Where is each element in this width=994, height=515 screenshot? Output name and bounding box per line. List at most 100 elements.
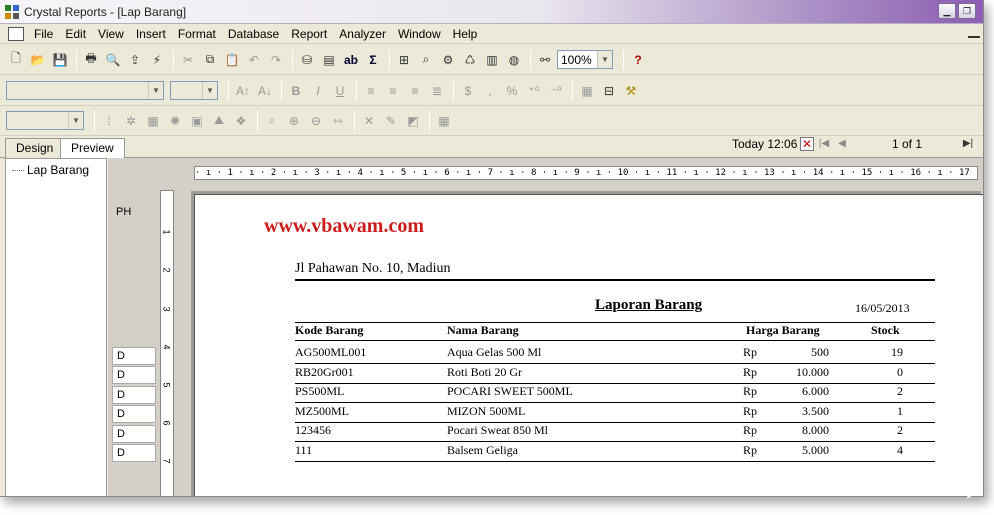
map-icon[interactable]: ◍ — [504, 50, 524, 70]
section-expert-icon[interactable]: ♺ — [460, 50, 480, 70]
menu-window[interactable]: Window — [392, 27, 447, 41]
tab-design[interactable]: Design — [5, 138, 65, 158]
menu-help[interactable]: Help — [447, 27, 484, 41]
align-center-icon[interactable]: ≡ — [383, 81, 403, 101]
width-icon[interactable]: ⇿ — [328, 111, 348, 131]
font-size-select[interactable]: ▼ — [170, 81, 218, 100]
summary-icon[interactable]: Σ — [363, 50, 383, 70]
underline-icon[interactable]: U — [330, 81, 350, 101]
menu-insert[interactable]: Insert — [130, 27, 172, 41]
close-preview-icon[interactable]: ✕ — [800, 137, 814, 151]
tree-item-lap-barang[interactable]: Lap Barang — [12, 163, 89, 177]
italic-icon[interactable]: I — [308, 81, 328, 101]
insert-picture-icon[interactable]: ⛰ — [209, 111, 229, 131]
toolbar-separator — [354, 110, 355, 131]
cut-icon[interactable]: ✂ — [178, 50, 198, 70]
print-preview-icon[interactable]: 🔍 — [103, 50, 123, 70]
first-page-icon[interactable]: |◀ — [818, 137, 830, 151]
save-icon[interactable]: 💾 — [50, 50, 70, 70]
page-indicator: 1 of 1 — [892, 137, 923, 151]
zoom-icon[interactable]: ⌕ — [262, 111, 282, 131]
redo-icon[interactable]: ↷ — [266, 50, 286, 70]
field-icon[interactable]: ▤ — [319, 50, 339, 70]
print-icon[interactable]: 🖶 — [81, 50, 101, 70]
open-folder-icon[interactable]: 📂 — [28, 50, 48, 70]
cell-price: 8.000 — [802, 423, 829, 437]
export-icon[interactable]: ⇪ — [125, 50, 145, 70]
refresh-icon[interactable]: ⚡ — [147, 50, 167, 70]
next-page-icon[interactable]: ▶| — [962, 137, 974, 151]
bold-icon[interactable]: B — [286, 81, 306, 101]
lock-format-icon[interactable]: ⊟ — [599, 81, 619, 101]
grid-icon[interactable]: ▦ — [434, 111, 454, 131]
menu-analyzer[interactable]: Analyzer — [333, 27, 392, 41]
menu-format[interactable]: Format — [172, 27, 222, 41]
previous-page-icon[interactable]: ◀ — [836, 137, 848, 151]
increase-decimals-icon[interactable]: ⁺⁰ — [524, 81, 544, 101]
new-file-icon[interactable]: 🗋 — [6, 50, 26, 70]
menu-file[interactable]: File — [28, 27, 59, 41]
increase-font-icon[interactable]: A↑ — [233, 81, 253, 101]
insert-ole-icon[interactable]: ✺ — [165, 111, 185, 131]
database-icon[interactable]: ⛁ — [297, 50, 317, 70]
crystal-reports-window: Crystal Reports - [Lap Barang] ▁ ❐ File … — [0, 0, 984, 497]
menu-edit[interactable]: Edit — [59, 27, 92, 41]
cell-name: POCARI SWEET 500ML — [447, 384, 573, 398]
help-pointer-icon[interactable]: ? — [628, 50, 648, 70]
group-icon[interactable]: ⊞ — [394, 50, 414, 70]
percent-icon[interactable]: % — [502, 81, 522, 101]
chevron-down-icon[interactable]: ▼ — [597, 51, 612, 68]
chevron-down-icon[interactable]: ▼ — [68, 112, 83, 129]
find-binoculars-icon[interactable]: ⚯ — [535, 50, 555, 70]
border-icon[interactable]: ▦ — [577, 81, 597, 101]
eraser-icon[interactable]: ◩ — [403, 111, 423, 131]
undo-icon[interactable]: ↶ — [244, 50, 264, 70]
zoom-out-icon[interactable]: ⊖ — [306, 111, 326, 131]
text-object-icon[interactable]: ab — [341, 50, 361, 70]
font-name-select[interactable]: ▼ — [6, 81, 164, 100]
justify-icon[interactable]: ≣ — [427, 81, 447, 101]
select-expert-icon[interactable]: ⌕ — [416, 50, 436, 70]
paste-icon[interactable]: 📋 — [222, 50, 242, 70]
decrease-decimals-icon[interactable]: ⁻⁰ — [546, 81, 566, 101]
menu-report[interactable]: Report — [285, 27, 333, 41]
chevron-down-icon[interactable]: ▼ — [148, 82, 163, 99]
cell-price: 6.000 — [802, 384, 829, 398]
child-minimize-icon[interactable] — [968, 30, 980, 38]
menu-view[interactable]: View — [92, 27, 130, 41]
formula-icon[interactable]: ⚙ — [438, 50, 458, 70]
standard-toolbar: 🗋 📂 💾 🖶 🔍 ⇪ ⚡ ✂ ⧉ 📋 ↶ ↷ ⛁ ▤ ab Σ ⊞ ⌕ ⚙ ♺… — [0, 45, 983, 75]
highlight-icon[interactable]: ✎ — [381, 111, 401, 131]
insert-crosstab-icon[interactable]: ▦ — [143, 111, 163, 131]
report-page: www.vbawam.com Jl Pahawan No. 10, Madiun… — [194, 194, 983, 496]
section-detail: D — [112, 425, 156, 443]
chevron-down-icon[interactable]: ▼ — [202, 82, 217, 99]
insert-toolbar: ▼ ⁞ ✲ ▦ ✺ ▣ ⛰ ❖ ⌕ ⊕ ⊖ ⇿ ✕ ✎ ◩ ▦ — [0, 106, 983, 136]
suppress-icon[interactable]: ⚒ — [621, 81, 641, 101]
thousands-separator-icon[interactable]: , — [480, 81, 500, 101]
zoom-select[interactable]: 100% ▼ — [557, 50, 613, 69]
copy-icon[interactable]: ⧉ — [200, 50, 220, 70]
tab-preview[interactable]: Preview — [60, 138, 125, 159]
insert-subreport-icon[interactable]: ▣ — [187, 111, 207, 131]
style-select[interactable]: ▼ — [6, 111, 84, 130]
view-tab-row: Design Preview Today 12:06 ✕ |◀ ◀ 1 of 1… — [0, 136, 983, 159]
zoom-in-icon[interactable]: ⊕ — [284, 111, 304, 131]
align-right-icon[interactable]: ≡ — [405, 81, 425, 101]
minimize-button[interactable]: ▁ — [938, 3, 956, 19]
document-menu-icon[interactable] — [8, 26, 24, 41]
insert-summary-icon[interactable]: ✲ — [121, 111, 141, 131]
decrease-font-icon[interactable]: A↓ — [255, 81, 275, 101]
menu-database[interactable]: Database — [222, 27, 285, 41]
chart-icon[interactable]: ▥ — [482, 50, 502, 70]
insert-group-icon[interactable]: ⁞ — [99, 111, 119, 131]
toolbar-separator — [389, 49, 390, 70]
pointer-icon[interactable]: ✕ — [359, 111, 379, 131]
section-page-header: PH — [116, 206, 132, 218]
currency-icon[interactable]: $ — [458, 81, 478, 101]
toolbar-separator — [429, 110, 430, 131]
cell-name: MIZON 500ML — [447, 403, 526, 418]
insert-line-icon[interactable]: ❖ — [231, 111, 251, 131]
restore-button[interactable]: ❐ — [958, 3, 976, 19]
align-left-icon[interactable]: ≡ — [361, 81, 381, 101]
